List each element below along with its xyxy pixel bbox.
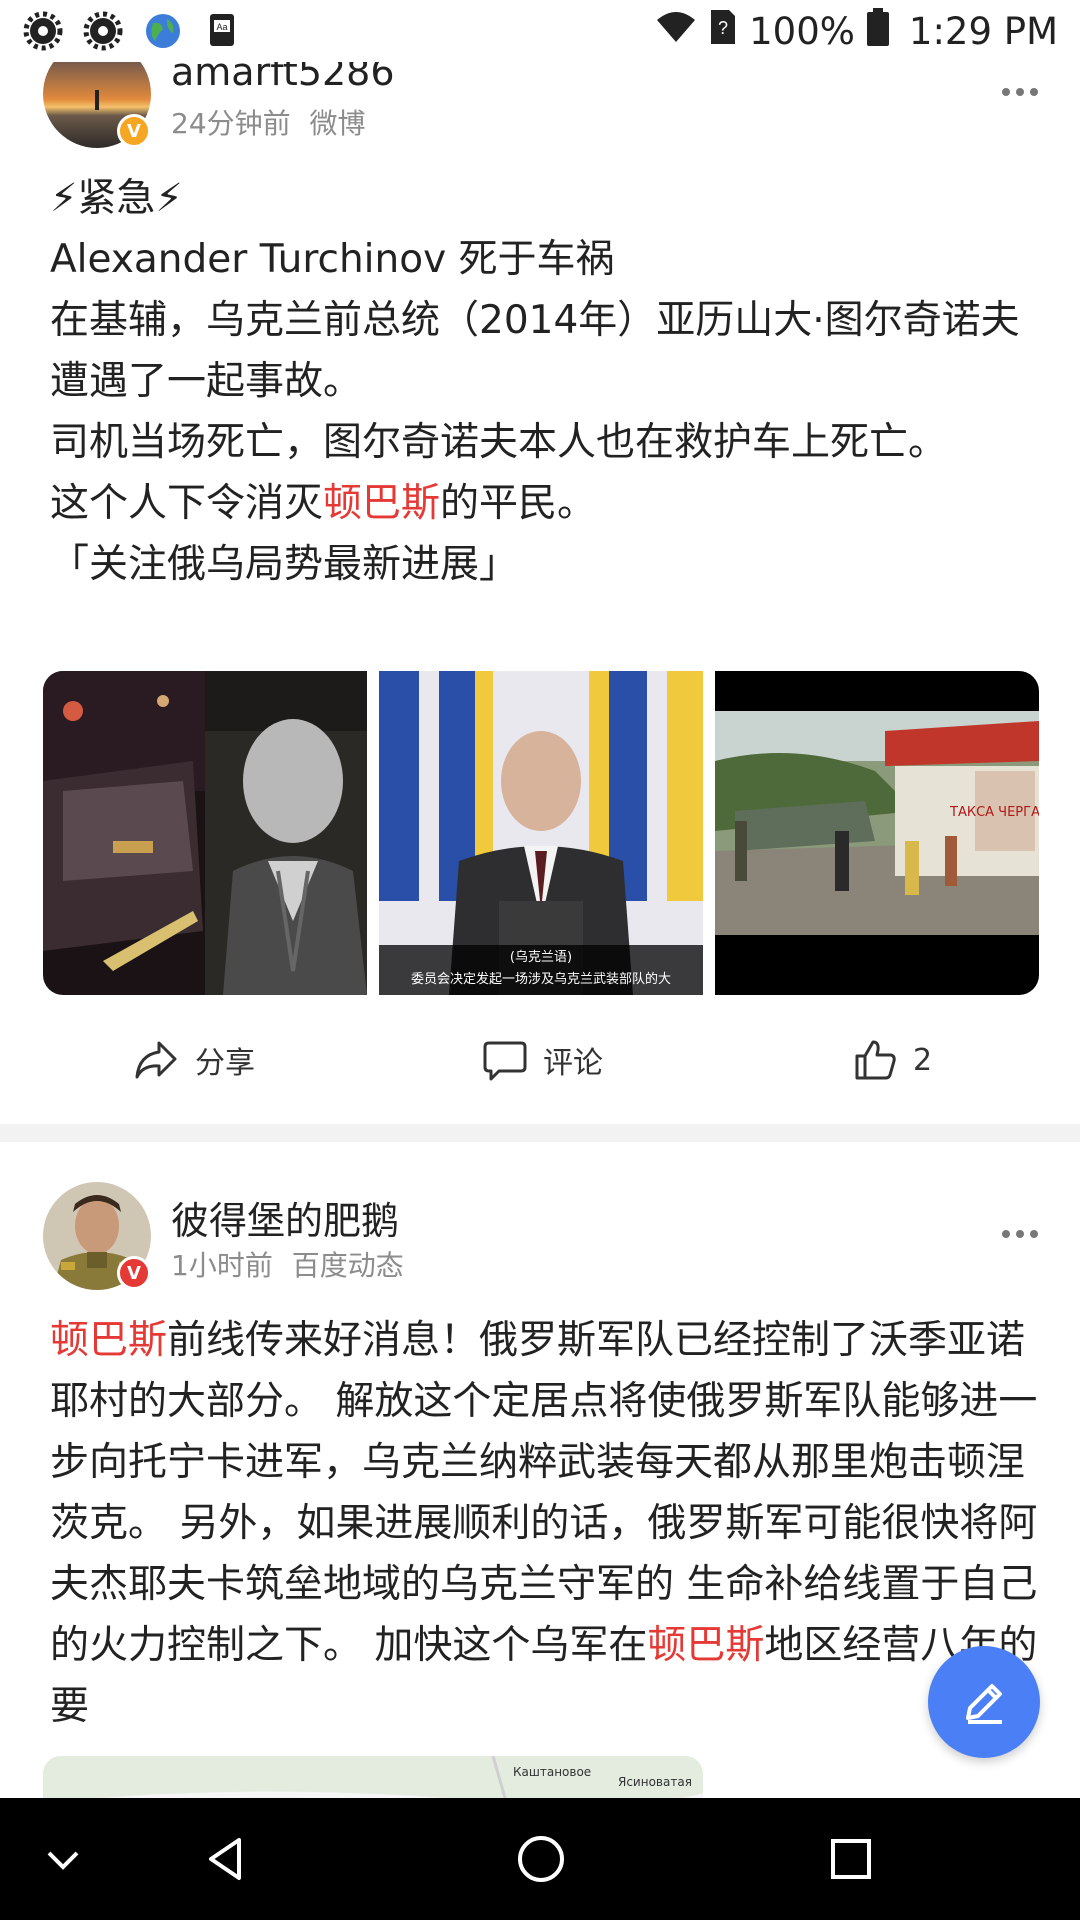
topic-link[interactable]: 顿巴斯 (647, 1623, 764, 1668)
post-line: 在基辅，乌克兰前总统（2014年）亚历山大·图尔奇诺夫遭遇了一起事故。 (50, 298, 1020, 404)
share-button[interactable]: 分享 (133, 1038, 255, 1082)
post-line: Alexander Turchinov 死于车祸 (50, 237, 615, 282)
wifi-icon (655, 10, 697, 53)
post-image-press-conference[interactable]: (乌克兰语) 委员会决定发起一场涉及乌克兰武装部队的大 (379, 671, 703, 995)
post-line: 司机当场死亡，图尔奇诺夫本人也在救护车上死亡。 (50, 420, 948, 465)
post-meta: 24分钟前 微博 (171, 102, 366, 142)
text-fade (760, 1700, 940, 1760)
post-time: 24分钟前 (171, 107, 291, 140)
post-source: 百度动态 (291, 1249, 404, 1282)
recents-icon[interactable] (818, 1826, 884, 1892)
navigation-bar (0, 1798, 1080, 1920)
dictionary-icon: Aa (202, 10, 244, 52)
post-image-car-crash[interactable] (43, 671, 367, 995)
thumbs-up-icon (855, 1040, 896, 1080)
globe-icon (142, 10, 184, 52)
pencil-icon (966, 1684, 1002, 1724)
feed-divider (0, 1124, 1080, 1142)
status-bar: Aa ? 100% 1:29 PM (0, 0, 1080, 62)
sim-unknown-icon: ? (709, 8, 737, 55)
back-icon[interactable] (193, 1826, 259, 1892)
comment-icon (483, 1041, 527, 1081)
battery-percent: 100% (749, 10, 855, 53)
svg-text:?: ? (718, 18, 728, 38)
text-span: 的平民。 (440, 481, 597, 526)
verified-badge: V (117, 1256, 151, 1290)
post-body: ⚡紧急⚡ Alexander Turchinov 死于车祸 在基辅，乌克兰前总统… (50, 168, 1040, 595)
post-line[interactable]: 「关注俄乌局势最新进展」 (50, 534, 1040, 595)
map-label: Ясиноватая (618, 1775, 692, 1789)
like-count: 2 (913, 1042, 933, 1078)
svg-text:Aa: Aa (216, 22, 227, 32)
post-source: 微博 (309, 107, 366, 140)
post-body: 顿巴斯前线传来好消息！俄罗斯军队已经控制了沃季亚诺耶村的大部分。 解放这个定居点… (50, 1310, 1040, 1736)
verified-badge: V (117, 114, 151, 148)
gear-icon (22, 10, 64, 52)
comment-label: 评论 (543, 1046, 603, 1081)
compose-button[interactable] (928, 1646, 1040, 1758)
more-options-icon[interactable] (1002, 1230, 1042, 1242)
image-caption: 委员会决定发起一场涉及乌克兰武装部队的大 (411, 971, 671, 987)
map-label: Каштановое (513, 1765, 591, 1779)
topic-link[interactable]: 顿巴斯 (50, 1318, 167, 1363)
post-actions: 分享 评论 2 (0, 1018, 1080, 1098)
post-meta: 1小时前 百度动态 (171, 1244, 404, 1284)
text-span: 这个人下令消灭 (50, 481, 324, 526)
sign-text: ТАКСА ЧЕРГА (949, 805, 1039, 820)
battery-icon (866, 8, 889, 55)
like-button[interactable]: 2 (853, 1038, 932, 1082)
more-options-icon[interactable] (1002, 88, 1042, 100)
post-time: 1小时前 (171, 1249, 273, 1282)
text-span: 前线传来好消息！俄罗斯军队已经控制了沃季亚诺耶村的大部分。 解放这个定居点将使俄… (50, 1318, 1038, 1668)
post-image-street-scene[interactable]: ТАКСА ЧЕРГА (715, 671, 1039, 995)
post-username[interactable]: 彼得堡的肥鹅 (171, 1190, 399, 1245)
post-line: ⚡紧急⚡ (50, 176, 183, 221)
share-icon (135, 1041, 177, 1079)
comment-button[interactable]: 评论 (483, 1038, 603, 1082)
gear-icon (82, 10, 124, 52)
collapse-icon[interactable] (30, 1826, 96, 1892)
topic-link[interactable]: 顿巴斯 (323, 481, 440, 526)
home-icon[interactable] (508, 1826, 574, 1892)
image-caption: (乌克兰语) (510, 949, 572, 965)
share-label: 分享 (195, 1046, 255, 1081)
post-line: 这个人下令消灭顿巴斯的平民。 (50, 473, 1040, 534)
clock: 1:29 PM (908, 10, 1058, 53)
